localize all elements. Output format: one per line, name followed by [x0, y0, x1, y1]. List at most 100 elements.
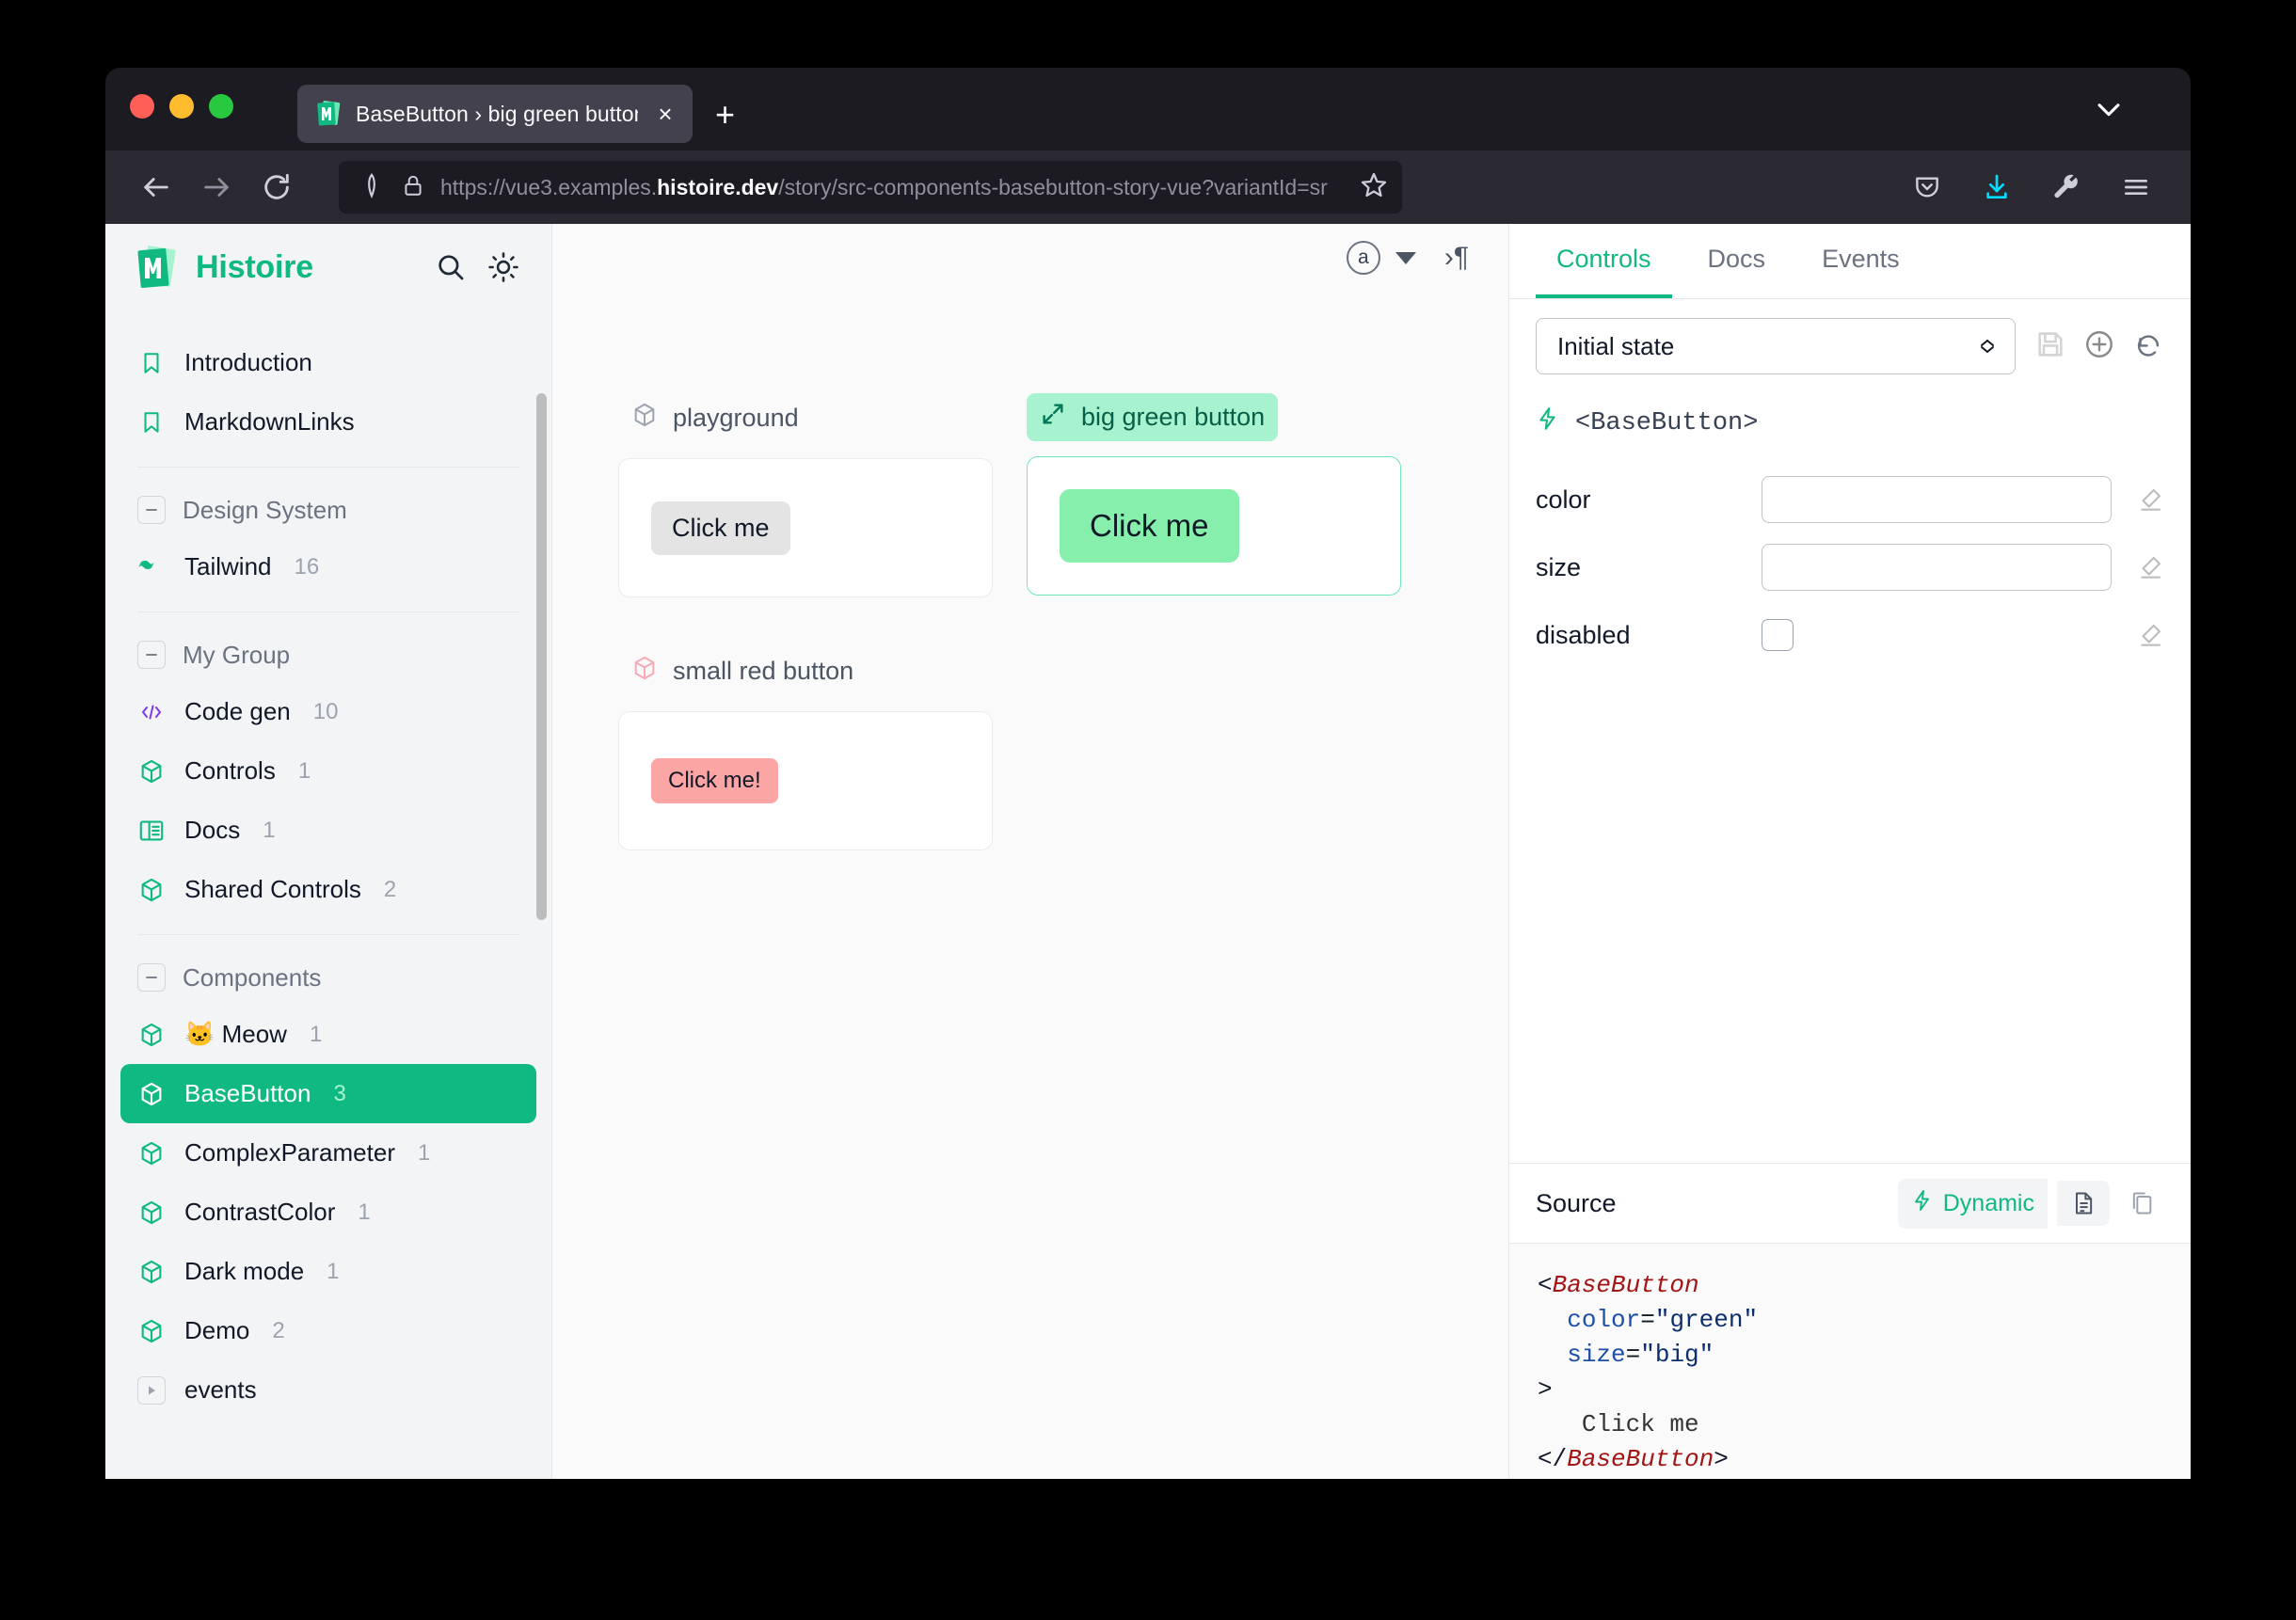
wrench-icon[interactable]: [2040, 161, 2093, 214]
shield-icon[interactable]: [358, 171, 386, 204]
component-header: <BaseButton>: [1509, 393, 2191, 466]
new-tab-button[interactable]: +: [715, 98, 735, 132]
variant-title[interactable]: small red button: [618, 646, 867, 696]
tab-docs[interactable]: Docs: [1687, 224, 1787, 298]
eraser-icon[interactable]: [2112, 621, 2164, 649]
forward-button[interactable]: [190, 161, 243, 214]
demo-button[interactable]: Click me: [1060, 489, 1239, 563]
reset-icon[interactable]: [2132, 328, 2164, 365]
maximize-window-button[interactable]: [209, 94, 233, 119]
sidebar-item-tailwind[interactable]: Tailwind 16: [120, 537, 536, 596]
control-label: size: [1536, 553, 1762, 582]
tab-controls[interactable]: Controls: [1536, 224, 1672, 298]
demo-button[interactable]: Click me: [651, 501, 790, 555]
bookmark-icon: [137, 408, 166, 437]
state-actions: [2031, 328, 2164, 365]
text-direction-toggle[interactable]: ›¶: [1444, 242, 1469, 274]
browser-tab[interactable]: BaseButton › big green button | ×: [297, 85, 693, 143]
chevron-down-icon[interactable]: [2093, 93, 2125, 130]
lightning-icon: [1536, 405, 1560, 441]
search-icon[interactable]: [435, 251, 467, 283]
source-body-text: Click me: [1582, 1410, 1699, 1438]
demo-button[interactable]: Click me!: [651, 758, 778, 803]
sidebar-item-demo[interactable]: Demo 2: [120, 1301, 536, 1360]
sidebar-item-count: 2: [384, 877, 396, 903]
sun-theme-toggle-icon[interactable]: [487, 251, 519, 283]
text-size-control[interactable]: a: [1347, 241, 1416, 275]
variant-preview-card: Click me: [618, 458, 993, 597]
save-icon[interactable]: [2034, 328, 2066, 365]
sidebar-item-introduction[interactable]: Introduction: [120, 333, 536, 392]
eraser-icon[interactable]: [2112, 485, 2164, 514]
add-icon[interactable]: [2083, 328, 2115, 365]
minimize-window-button[interactable]: [169, 94, 194, 119]
sidebar-group-components[interactable]: Components: [120, 950, 536, 1005]
cube-icon: [137, 1258, 166, 1286]
download-icon[interactable]: [1970, 161, 2023, 214]
menu-hamburger-icon[interactable]: [2110, 161, 2162, 214]
variant-title-label: big green button: [1081, 403, 1265, 432]
sidebar-item-markdownlinks[interactable]: MarkdownLinks: [120, 392, 536, 452]
expand-arrow-icon[interactable]: [137, 1376, 166, 1405]
sidebar-item-label: Tailwind: [184, 552, 272, 581]
tab-events[interactable]: Events: [1801, 224, 1921, 298]
tailwind-icon: [137, 553, 166, 581]
back-button[interactable]: [130, 161, 183, 214]
control-label: color: [1536, 485, 1762, 515]
disabled-checkbox[interactable]: [1762, 619, 1794, 651]
sidebar-item-label: BaseButton: [184, 1079, 311, 1108]
variant-title[interactable]: playground: [618, 393, 812, 443]
sidebar-item-basebutton[interactable]: BaseButton 3: [120, 1064, 536, 1123]
static-source-toggle[interactable]: [2057, 1181, 2110, 1226]
collapse-minus-icon[interactable]: [137, 496, 166, 524]
sidebar-group-design-system[interactable]: Design System: [120, 483, 536, 537]
variant-title[interactable]: big green button: [1027, 393, 1278, 441]
sidebar-item-label: ComplexParameter: [184, 1138, 395, 1167]
sidebar-item-events[interactable]: events: [120, 1360, 536, 1420]
sidebar-item-label: Demo: [184, 1316, 249, 1345]
sidebar-item-docs[interactable]: Docs 1: [120, 801, 536, 860]
eraser-icon[interactable]: [2112, 553, 2164, 581]
chevron-down-icon[interactable]: [1395, 252, 1416, 264]
histoire-app: Histoire: [105, 224, 2191, 1479]
sidebar-item-label: MarkdownLinks: [184, 407, 355, 437]
pocket-icon[interactable]: [1901, 161, 1953, 214]
close-icon[interactable]: ×: [651, 102, 679, 126]
sidebar-item-label: Docs: [184, 816, 240, 845]
chevron-updown-icon: [1977, 340, 1998, 353]
bookmark-star-icon[interactable]: [1359, 170, 1389, 205]
sidebar-item-dark-mode[interactable]: Dark mode 1: [120, 1242, 536, 1301]
collapse-minus-icon[interactable]: [137, 963, 166, 992]
sidebar-item-controls[interactable]: Controls 1: [120, 741, 536, 801]
sidebar-item-code-gen[interactable]: Code gen 10: [120, 682, 536, 741]
size-input[interactable]: [1762, 544, 2112, 591]
color-input[interactable]: [1762, 476, 2112, 523]
dynamic-source-toggle[interactable]: Dynamic: [1898, 1179, 2048, 1229]
control-label: disabled: [1536, 621, 1762, 650]
sidebar-item-label: Controls: [184, 756, 276, 786]
collapse-minus-icon[interactable]: [137, 641, 166, 669]
sidebar-group-my-group[interactable]: My Group: [120, 627, 536, 682]
sidebar-item-shared-controls[interactable]: Shared Controls 2: [120, 860, 536, 919]
sidebar-divider: [137, 611, 519, 612]
sidebar-item-meow[interactable]: 🐱 Meow 1: [120, 1005, 536, 1064]
sidebar-item-count: 2: [272, 1318, 284, 1344]
state-select[interactable]: Initial state: [1536, 318, 2016, 374]
cube-icon: [137, 1199, 166, 1227]
control-row-size: size: [1509, 533, 2191, 601]
sidebar-item-complexparameter[interactable]: ComplexParameter 1: [120, 1123, 536, 1183]
url-text: https://vue3.examples.histoire.dev/story…: [440, 175, 1344, 200]
close-window-button[interactable]: [130, 94, 154, 119]
url-bar[interactable]: https://vue3.examples.histoire.dev/story…: [339, 161, 1402, 214]
component-header-label: <BaseButton>: [1575, 409, 1758, 437]
sidebar-item-count: 3: [333, 1081, 345, 1107]
url-host: histoire.dev: [657, 175, 778, 199]
sidebar-scrollbar[interactable]: [536, 393, 547, 920]
reload-button[interactable]: [250, 161, 303, 214]
book-icon: [137, 817, 166, 845]
disabled-checkbox-wrap: [1762, 619, 2112, 651]
copy-icon[interactable]: [2119, 1181, 2164, 1226]
sidebar-divider: [137, 934, 519, 935]
cube-icon: [137, 1080, 166, 1108]
sidebar-item-contrastcolor[interactable]: ContrastColor 1: [120, 1183, 536, 1242]
